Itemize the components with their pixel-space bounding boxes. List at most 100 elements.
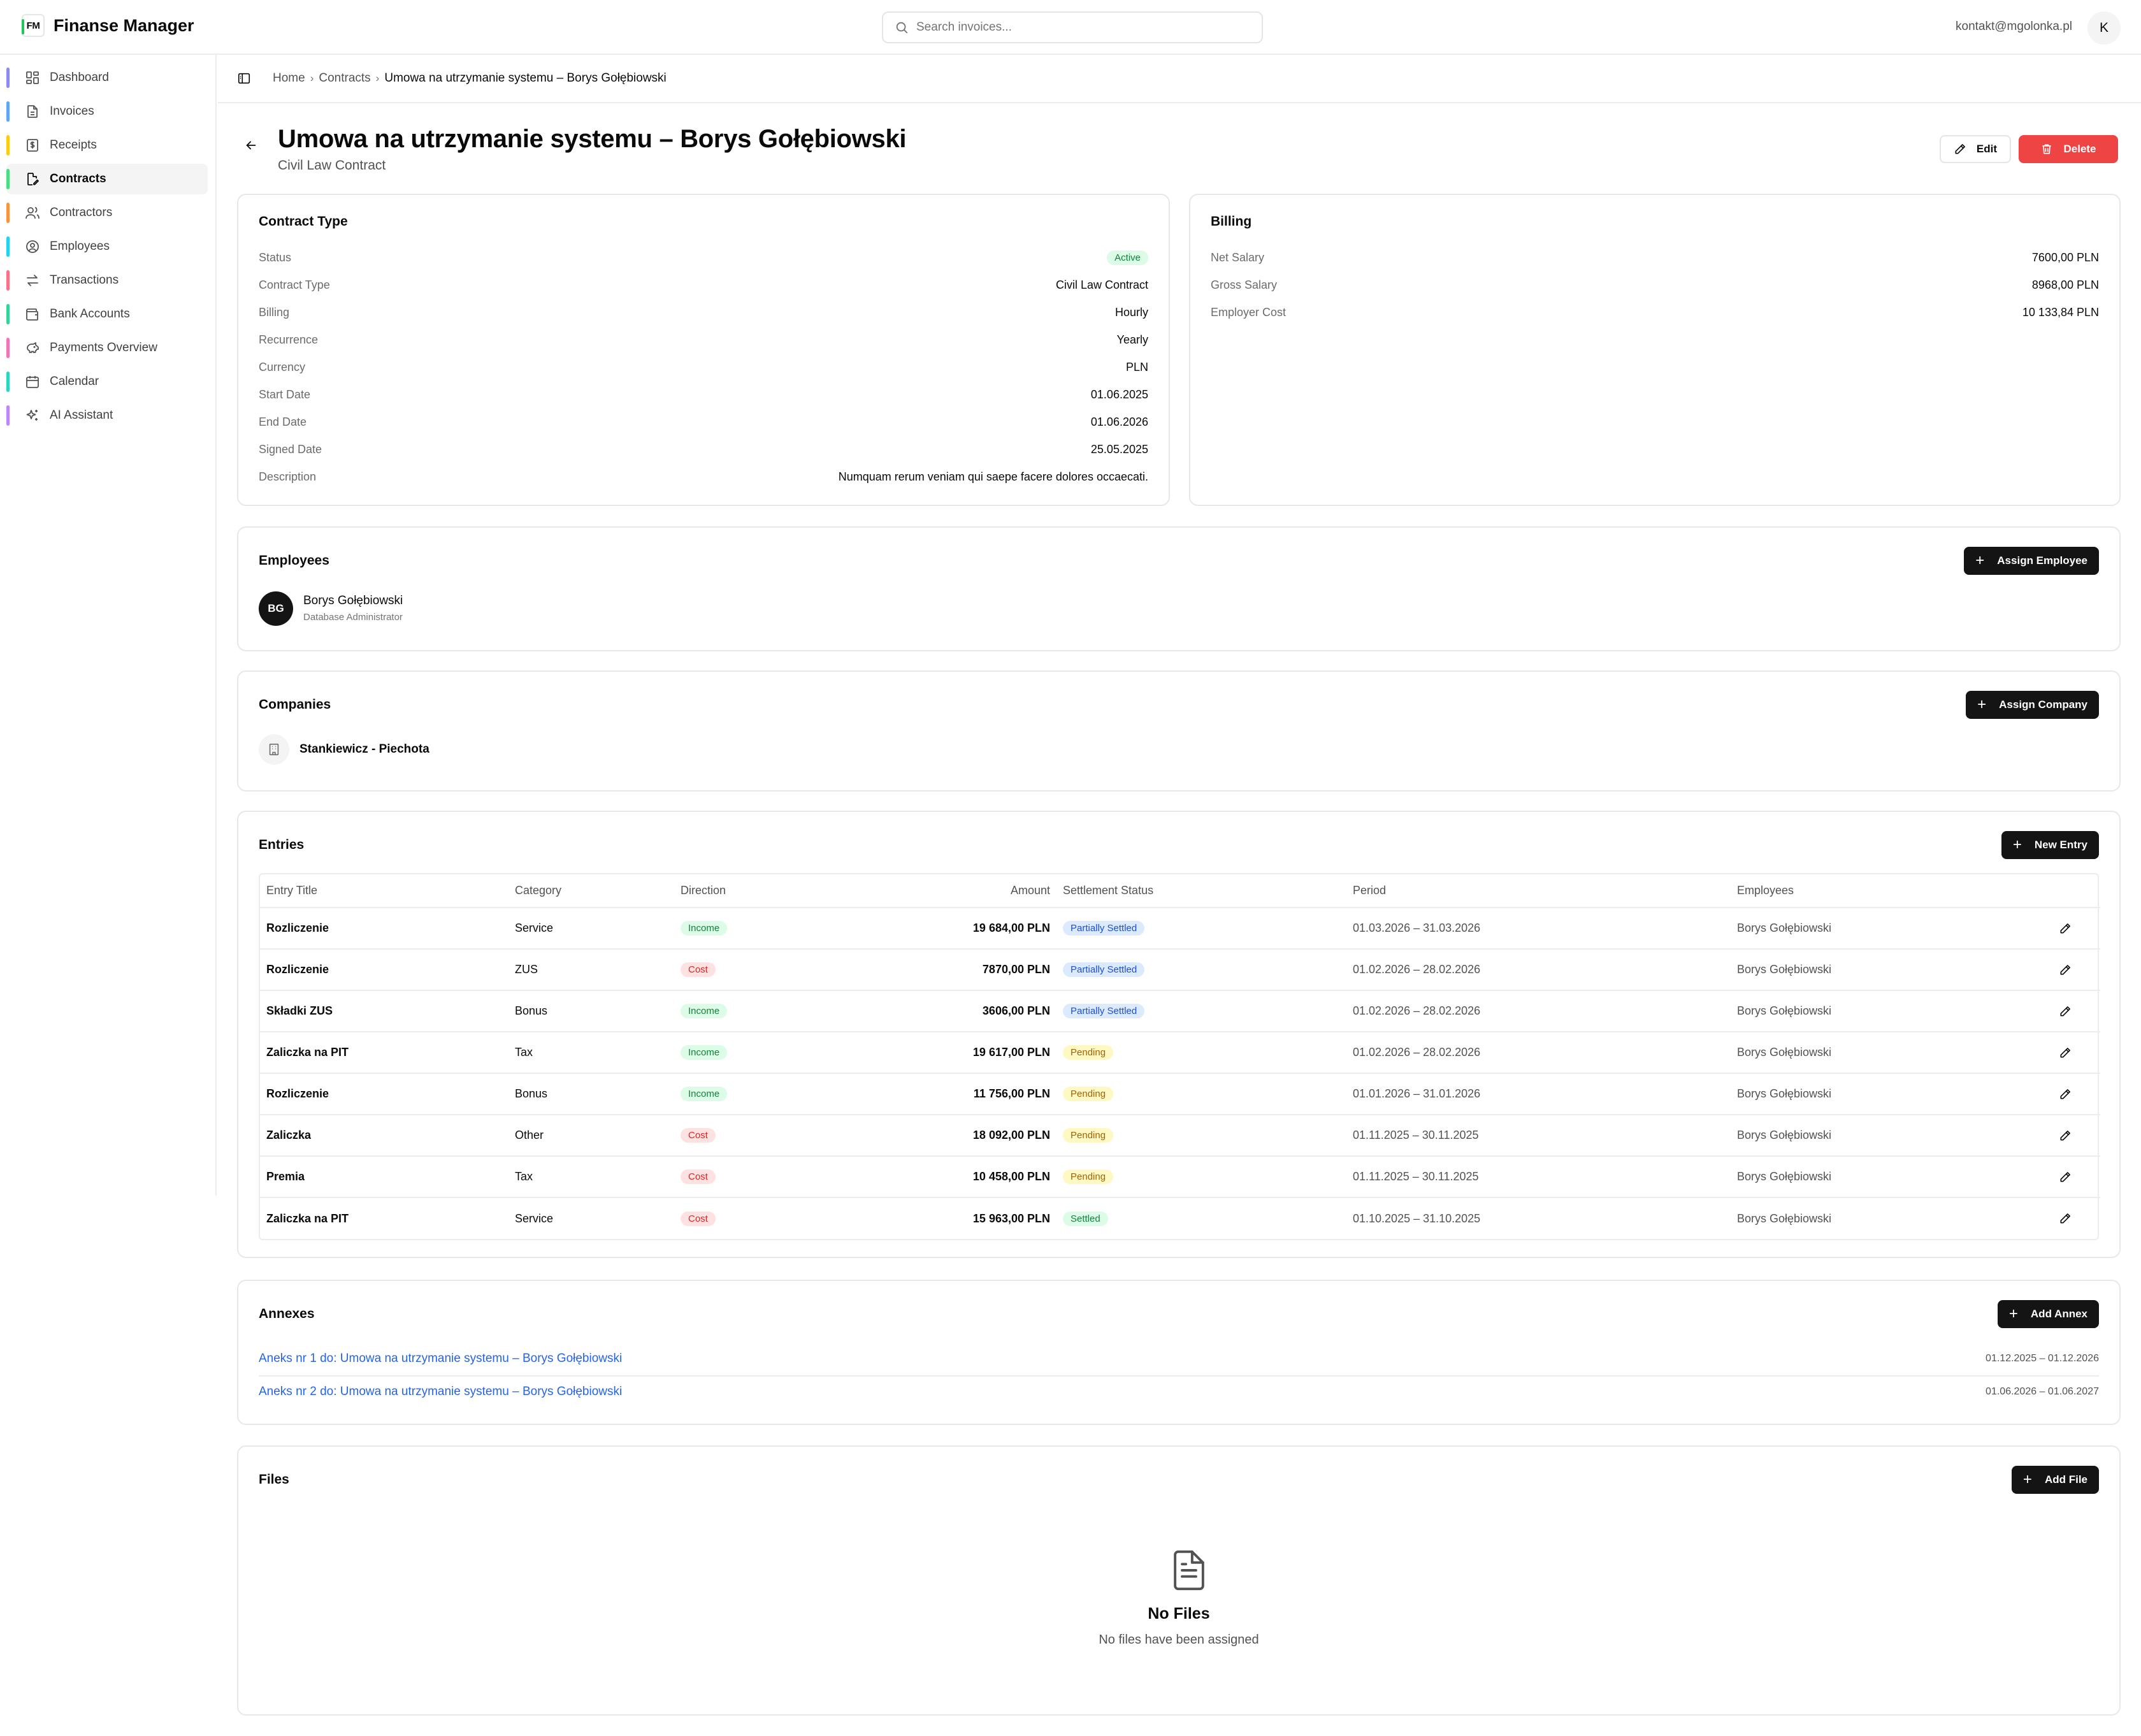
employee-name[interactable]: Borys Gołębiowski <box>303 594 403 608</box>
entry-period: 01.01.2026 – 31.01.2026 <box>1346 1073 1731 1115</box>
entry-status-cell: Pending <box>1056 1073 1346 1115</box>
column-header-actions <box>2030 874 2100 908</box>
entry-amount: 19 617,00 PLN <box>833 1032 1056 1074</box>
entry-period: 01.11.2025 – 30.11.2025 <box>1346 1156 1731 1198</box>
sidebar-item-receipts[interactable]: Receipts <box>6 130 208 161</box>
annex-link[interactable]: Aneks nr 2 do: Umowa na utrzymanie syste… <box>259 1385 622 1399</box>
status-badge: Pending <box>1063 1128 1114 1143</box>
table-row[interactable]: Zaliczka Other Cost 18 092,00 PLN Pendin… <box>260 1115 2100 1157</box>
detail-label: End Date <box>259 415 307 428</box>
entries-card: Entries + New Entry Entry Title Category… <box>237 811 2121 1258</box>
sidebar-item-bank-accounts[interactable]: Bank Accounts <box>6 299 208 329</box>
column-header[interactable]: Employees <box>1731 874 2030 908</box>
edit-button[interactable]: Edit <box>1939 135 2011 163</box>
table-row[interactable]: Rozliczenie Bonus Income 11 756,00 PLN P… <box>260 1073 2100 1115</box>
column-header[interactable]: Period <box>1346 874 1731 908</box>
company-name[interactable]: Stankiewicz - Piechota <box>299 742 429 756</box>
page-header: Umowa na utrzymanie systemu – Borys Gołę… <box>218 122 2141 173</box>
status-badge: Partially Settled <box>1063 962 1145 977</box>
detail-row-recurrence: Recurrence Yearly <box>259 332 1148 347</box>
add-file-button[interactable]: + Add File <box>2011 1466 2099 1494</box>
search-input[interactable] <box>916 20 1248 34</box>
app-logo: FM <box>22 14 45 37</box>
entry-period: 01.03.2026 – 31.03.2026 <box>1346 908 1731 950</box>
entry-category: Tax <box>508 1156 674 1198</box>
add-annex-button[interactable]: + Add Annex <box>1997 1300 2099 1328</box>
table-row[interactable]: Zaliczka na PIT Tax Income 19 617,00 PLN… <box>260 1032 2100 1074</box>
sidebar-item-dashboard[interactable]: Dashboard <box>6 62 208 93</box>
billing-value: 10 133,84 PLN <box>2022 305 2099 319</box>
column-header[interactable]: Category <box>508 874 674 908</box>
pencil-icon[interactable] <box>2055 1125 2075 1146</box>
entry-category: ZUS <box>508 949 674 991</box>
empty-state-subtitle: No files have been assigned <box>1099 1633 1259 1647</box>
files-card: Files + Add File No Files No files have … <box>237 1445 2121 1716</box>
billing-label: Employer Cost <box>1211 305 1287 319</box>
pencil-icon[interactable] <box>2055 960 2075 980</box>
sidebar-item-calendar[interactable]: Calendar <box>6 366 208 397</box>
column-header[interactable]: Amount <box>833 874 1056 908</box>
table-row[interactable]: Premia Tax Cost 10 458,00 PLN Pending 01… <box>260 1156 2100 1198</box>
sidebar-accent <box>6 169 10 189</box>
breadcrumb-contracts[interactable]: Contracts <box>319 71 370 85</box>
table-row[interactable]: Składki ZUS Bonus Income 3606,00 PLN Par… <box>260 990 2100 1032</box>
pencil-icon[interactable] <box>2055 1043 2075 1063</box>
annex-item: Aneks nr 2 do: Umowa na utrzymanie syste… <box>259 1377 2099 1407</box>
new-entry-button[interactable]: + New Entry <box>2001 831 2099 859</box>
entry-employee: Borys Gołębiowski <box>1737 1212 1832 1225</box>
table-row[interactable]: Rozliczenie ZUS Cost 7870,00 PLN Partial… <box>260 949 2100 991</box>
entry-amount: 18 092,00 PLN <box>833 1115 1056 1157</box>
status-badge: Partially Settled <box>1063 921 1145 936</box>
detail-label: Signed Date <box>259 442 322 456</box>
assign-company-button[interactable]: + Assign Company <box>1966 691 2099 719</box>
direction-badge: Income <box>681 1004 728 1018</box>
sidebar-accent <box>6 101 10 122</box>
search-box[interactable] <box>882 11 1263 43</box>
sidebar-item-employees[interactable]: Employees <box>6 231 208 262</box>
annex-link[interactable]: Aneks nr 1 do: Umowa na utrzymanie syste… <box>259 1352 622 1366</box>
entry-title: Rozliczenie <box>260 949 508 991</box>
pencil-icon[interactable] <box>2055 1208 2075 1229</box>
back-arrow-icon[interactable] <box>242 136 260 154</box>
sidebar-item-label: Payments Overview <box>50 341 157 354</box>
entry-title: Zaliczka <box>260 1115 508 1157</box>
add-file-label: Add File <box>2044 1473 2087 1486</box>
sidebar-accent <box>6 405 10 426</box>
table-row[interactable]: Zaliczka na PIT Service Cost 15 963,00 P… <box>260 1197 2100 1239</box>
entry-amount: 19 684,00 PLN <box>833 908 1056 950</box>
column-header[interactable]: Direction <box>674 874 833 908</box>
pencil-icon[interactable] <box>2055 1084 2075 1104</box>
top-bar: FM Finanse Manager kontakt@mgolonka.pl K <box>0 0 2141 55</box>
user-avatar[interactable]: K <box>2087 11 2121 45</box>
sidebar-toggle-icon[interactable] <box>236 70 252 87</box>
sidebar-item-ai-assistant[interactable]: AI Assistant <box>6 400 208 431</box>
pencil-icon[interactable] <box>2055 1167 2075 1187</box>
employees-icon <box>24 238 41 255</box>
billing-row-net-salary: Net Salary 7600,00 PLN <box>1211 250 2099 265</box>
delete-button[interactable]: Delete <box>2019 135 2118 163</box>
table-row[interactable]: Rozliczenie Service Income 19 684,00 PLN… <box>260 908 2100 950</box>
entry-actions-cell <box>2030 1156 2100 1198</box>
entry-direction-cell: Cost <box>674 1156 833 1198</box>
column-header[interactable]: Entry Title <box>260 874 508 908</box>
direction-badge: Income <box>681 1045 728 1060</box>
entry-direction-cell: Cost <box>674 949 833 991</box>
assign-employee-button[interactable]: + Assign Employee <box>1964 547 2099 575</box>
sidebar-item-transactions[interactable]: Transactions <box>6 265 208 296</box>
breadcrumb-home[interactable]: Home <box>273 71 305 85</box>
entry-status-cell: Settled <box>1056 1197 1346 1239</box>
pencil-icon[interactable] <box>2055 918 2075 939</box>
sidebar-item-contractors[interactable]: Contractors <box>6 198 208 228</box>
sidebar-item-invoices[interactable]: Invoices <box>6 96 208 127</box>
entry-amount: 7870,00 PLN <box>833 949 1056 991</box>
detail-label: Contract Type <box>259 278 330 291</box>
annex-period: 01.06.2026 – 01.06.2027 <box>1986 1386 2099 1397</box>
column-header[interactable]: Settlement Status <box>1056 874 1346 908</box>
sidebar-item-label: Bank Accounts <box>50 307 130 321</box>
brand[interactable]: FM Finanse Manager <box>22 14 194 37</box>
direction-badge: Cost <box>681 1169 716 1184</box>
status-badge: Partially Settled <box>1063 1004 1145 1018</box>
sidebar-item-contracts[interactable]: Contracts <box>6 164 208 194</box>
sidebar-item-payments-overview[interactable]: Payments Overview <box>6 333 208 363</box>
pencil-icon[interactable] <box>2055 1001 2075 1022</box>
